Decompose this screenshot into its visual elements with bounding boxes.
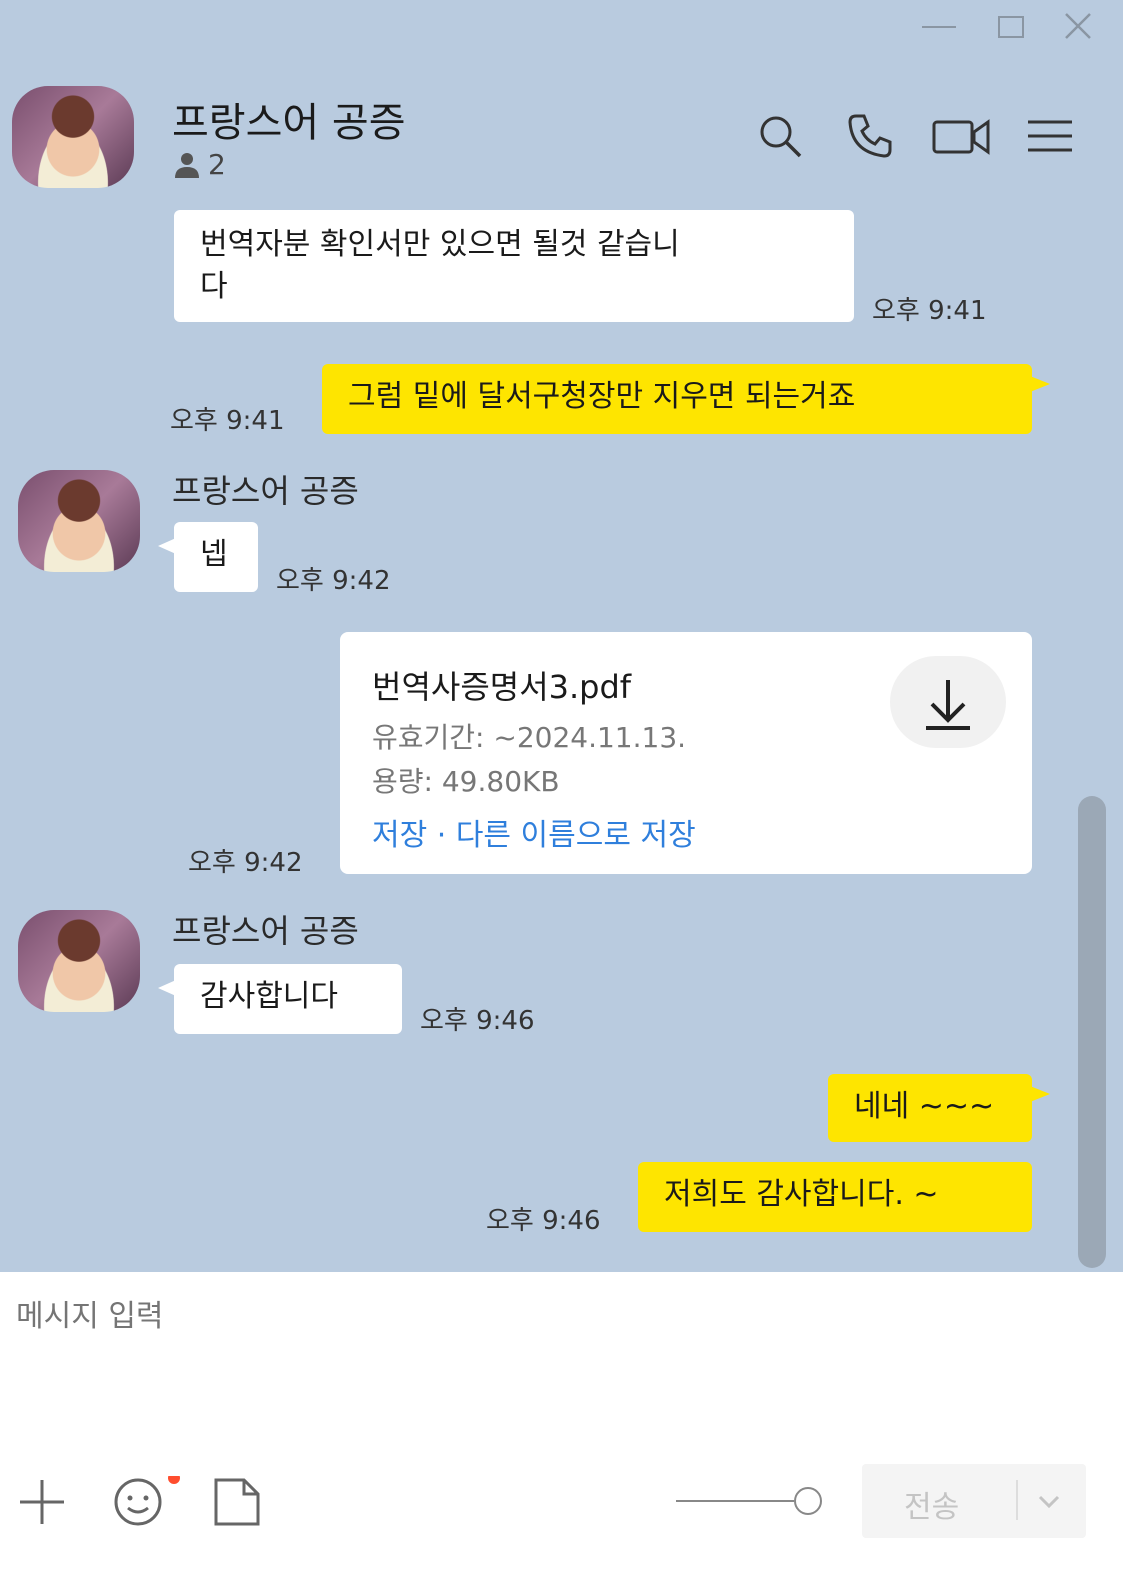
message-text: 넵 (200, 537, 228, 572)
chevron-down-icon[interactable] (1034, 1486, 1064, 1516)
sender-name: 프랑스어 공증 (172, 472, 359, 510)
message-time: 오후 9:42 (188, 848, 303, 878)
opacity-slider[interactable] (676, 1486, 826, 1516)
maximize-icon[interactable] (998, 16, 1024, 38)
close-icon[interactable] (1062, 10, 1094, 42)
message-text: 다 (200, 269, 228, 304)
message-time: 오후 9:46 (420, 1006, 535, 1036)
menu-icon[interactable] (1026, 112, 1074, 160)
search-icon[interactable] (756, 112, 804, 160)
message-bubble-received[interactable]: 감사합니다 (158, 964, 402, 1034)
link-separator: · (427, 818, 456, 853)
file-size: 용량: 49.80KB (372, 765, 560, 798)
message-text: 그럼 밑에 달서구청장만 지우면 되는거죠 (348, 379, 856, 414)
file-attachment-card[interactable]: 번역사증명서3.pdf 유효기간: ~2024.11.13. 용량: 49.80… (340, 632, 1032, 874)
sender-avatar[interactable] (18, 910, 140, 1012)
message-text: 저희도 감사합니다. ~ (664, 1177, 939, 1212)
download-button[interactable] (890, 656, 1006, 748)
person-icon (175, 152, 199, 178)
message-text: 네네 ~~~ (854, 1089, 995, 1124)
message-text: 번역자분 확인서만 있으면 될것 같습니 (200, 227, 680, 262)
member-count[interactable]: 2 (172, 148, 226, 181)
save-link[interactable]: 저장 (372, 818, 427, 853)
send-divider (1016, 1480, 1018, 1520)
video-call-icon[interactable] (932, 112, 990, 160)
file-expiry: 유효기간: ~2024.11.13. (372, 721, 687, 754)
chat-room-avatar[interactable] (12, 86, 134, 188)
member-count-value: 2 (208, 148, 226, 181)
send-label: 전송 (904, 1490, 960, 1525)
chat-room-title: 프랑스어 공증 (172, 100, 406, 146)
message-bubble-sent[interactable]: 그럼 밑에 달서구청장만 지우면 되는거죠 (322, 364, 1050, 434)
phone-icon[interactable] (846, 112, 894, 160)
message-time: 오후 9:46 (486, 1206, 601, 1236)
file-name: 번역사증명서3.pdf (372, 668, 632, 706)
file-icon[interactable] (212, 1476, 264, 1528)
scrollbar-thumb[interactable] (1078, 796, 1106, 1268)
file-actions: 저장 · 다른 이름으로 저장 (372, 810, 696, 854)
message-input[interactable] (14, 1298, 918, 1335)
download-icon (926, 680, 970, 730)
message-text: 감사합니다 (200, 979, 338, 1014)
message-time: 오후 9:42 (276, 566, 391, 596)
save-as-link[interactable]: 다른 이름으로 저장 (456, 818, 696, 853)
message-bubble-received[interactable]: 넵 (158, 522, 258, 592)
minimize-icon[interactable] (922, 26, 956, 28)
plus-icon[interactable] (16, 1476, 68, 1528)
emoticon-icon[interactable] (112, 1472, 180, 1528)
message-time: 오후 9:41 (170, 406, 285, 436)
message-composer: 전송 (0, 1272, 1123, 1587)
message-time: 오후 9:41 (872, 296, 987, 326)
message-bubble-sent[interactable]: 저희도 감사합니다. ~ (638, 1162, 1032, 1232)
sender-avatar[interactable] (18, 470, 140, 572)
message-bubble-sent[interactable]: 네네 ~~~ (828, 1074, 1050, 1142)
sender-name: 프랑스어 공증 (172, 912, 359, 950)
message-bubble-received[interactable]: 번역자분 확인서만 있으면 될것 같습니 다 (174, 210, 854, 322)
send-button[interactable]: 전송 (862, 1464, 1086, 1538)
